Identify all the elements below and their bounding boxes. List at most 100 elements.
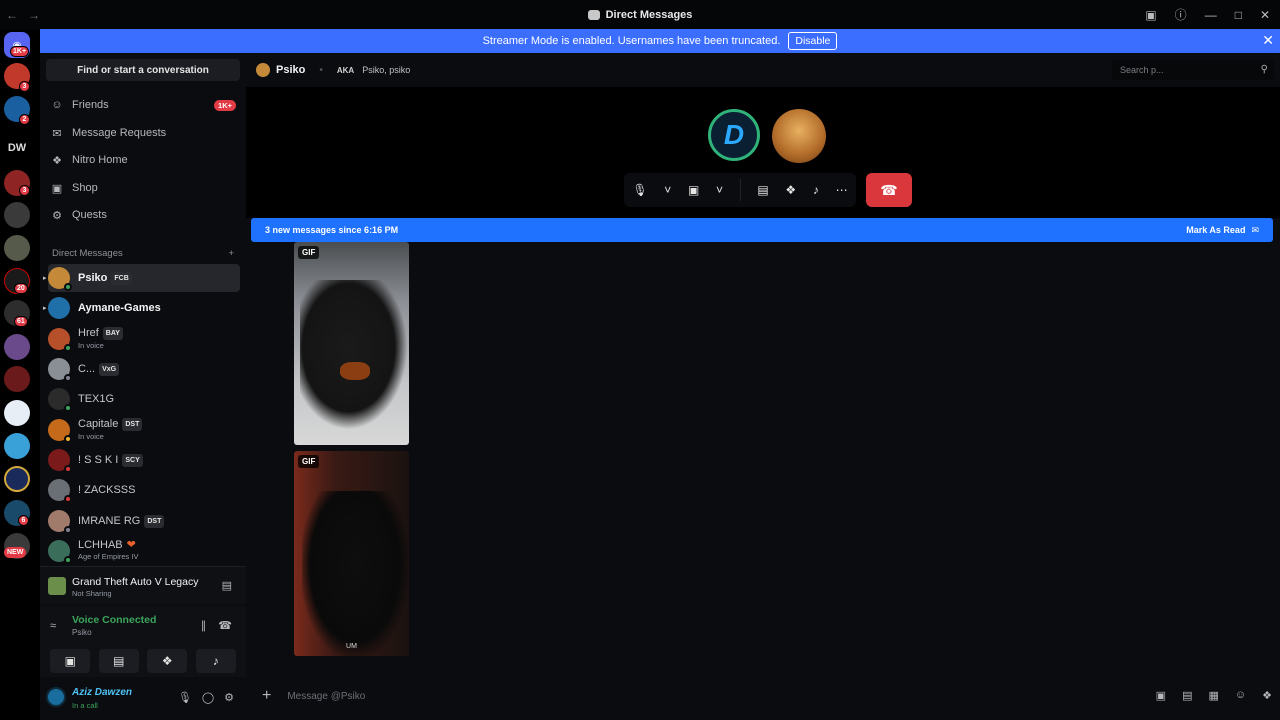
- call-controls: 🎙 ˅ ▣ ˅ ▤ ❖ ♪ ⋯: [624, 173, 856, 207]
- status-dot: [64, 344, 72, 352]
- avatar: [48, 267, 72, 291]
- server-tag: BAY: [102, 327, 123, 340]
- divider: [739, 179, 741, 201]
- mail-icon: ✉: [52, 127, 62, 140]
- screen-share-icon[interactable]: ▤: [757, 183, 768, 197]
- server-icon[interactable]: [4, 366, 30, 392]
- server-dw[interactable]: DW: [4, 135, 30, 161]
- game-icon: [48, 577, 66, 595]
- disconnect-icon[interactable]: ☎: [218, 619, 232, 632]
- back-arrow-icon[interactable]: ←: [6, 8, 18, 22]
- dm-item-imrane-rg[interactable]: IMRANE RG DST: [48, 507, 240, 535]
- voice-status: Voice Connected: [72, 614, 157, 626]
- minimize-icon[interactable]: —: [1205, 8, 1217, 22]
- noise-suppression-icon[interactable]: ∥: [201, 619, 207, 632]
- share-screen-icon[interactable]: ▤: [222, 579, 232, 592]
- mark-as-read-button[interactable]: Mark As Read ✉: [1186, 225, 1259, 236]
- dm-item-zacksss[interactable]: ! ZACKSSS: [48, 476, 240, 504]
- discord-logo-icon: [587, 10, 600, 20]
- caller-avatar[interactable]: D: [708, 109, 760, 161]
- server-badge: 61: [14, 316, 28, 327]
- dm-sidebar: Find or start a conversation ☺ Friends 1…: [40, 53, 246, 720]
- gif-attachment[interactable]: GIF UM: [294, 451, 409, 656]
- server-badge: 3: [19, 81, 30, 92]
- conversation-header: Psiko • AKA Psiko, psiko ⚲ ☺ ◉ Search p.…: [246, 53, 1280, 87]
- gif-image: [302, 491, 408, 656]
- emoji-icon[interactable]: ☺: [1235, 689, 1246, 702]
- nav-message-requests[interactable]: ✉ Message Requests: [50, 122, 236, 144]
- close-window-icon[interactable]: ✕: [1260, 8, 1270, 22]
- activities-icon[interactable]: ❖: [785, 183, 796, 197]
- activities-button[interactable]: ❖: [147, 649, 188, 673]
- user-avatar[interactable]: [46, 687, 66, 707]
- hang-up-button[interactable]: ☎: [866, 173, 912, 207]
- dm-item-c[interactable]: C... VxG: [48, 355, 240, 383]
- sticker-icon[interactable]: ▦: [1208, 689, 1218, 702]
- callee-avatar[interactable]: [772, 109, 826, 163]
- inbox-icon[interactable]: ▣: [1145, 8, 1156, 22]
- home-badge: 1K+: [10, 46, 30, 57]
- more-options-icon[interactable]: ⋯: [836, 183, 848, 197]
- new-messages-bar[interactable]: 3 new messages since 6:16 PM Mark As Rea…: [251, 218, 1273, 242]
- dm-item-capitale[interactable]: Capitale DST In voice: [48, 416, 240, 444]
- dm-item-tex1g[interactable]: TEX1G: [48, 385, 240, 413]
- new-messages-text: 3 new messages since 6:16 PM: [265, 225, 399, 235]
- maximize-icon[interactable]: □: [1235, 8, 1242, 22]
- soundboard-icon: ♪: [212, 654, 219, 668]
- server-icon[interactable]: [4, 235, 30, 261]
- server-icon[interactable]: [4, 433, 30, 459]
- dm-item-psiko[interactable]: ▸ Psiko FCB: [43, 264, 240, 292]
- nav-quests[interactable]: ⚙ Quests: [50, 204, 236, 226]
- server-icon[interactable]: [4, 202, 30, 228]
- gift-icon[interactable]: ▣: [1156, 689, 1166, 702]
- heart-icon: ❤: [126, 539, 136, 551]
- camera-off-button[interactable]: ▣: [50, 649, 91, 673]
- camera-off-icon[interactable]: ▣: [688, 183, 699, 197]
- server-icon[interactable]: [4, 334, 30, 360]
- message-input[interactable]: Message @Psiko: [287, 691, 365, 702]
- nav-shop[interactable]: ▣ Shop: [50, 177, 236, 199]
- add-dm-icon[interactable]: +: [228, 248, 234, 259]
- window-title-text: Direct Messages: [605, 9, 693, 21]
- gif-picker-icon[interactable]: ▤: [1182, 689, 1192, 702]
- voice-channel[interactable]: Psiko: [72, 628, 92, 637]
- apps-icon[interactable]: ❖: [1262, 689, 1272, 702]
- aka-values: Psiko, psiko: [362, 65, 411, 75]
- server-icon[interactable]: [4, 466, 30, 492]
- streamer-mode-banner: Streamer Mode is enabled. Usernames have…: [40, 29, 1280, 53]
- microphone-icon[interactable]: 🎙: [632, 183, 647, 197]
- conversation-view: Psiko • AKA Psiko, psiko ⚲ ☺ ◉ Search p.…: [246, 53, 1280, 720]
- dm-item-aymane-games[interactable]: ▸ Aymane-Games: [43, 294, 240, 322]
- search-input[interactable]: Search p... ⚲: [1112, 60, 1274, 80]
- dm-subtext: Age of Empires IV: [78, 552, 139, 561]
- nav-friends-label: Friends: [72, 99, 109, 111]
- server-icon[interactable]: [4, 400, 30, 426]
- find-conversation-button[interactable]: Find or start a conversation: [46, 59, 240, 81]
- dm-item-href[interactable]: Href BAY In voice: [48, 325, 240, 353]
- dm-item-sski[interactable]: ! S S K I SCY: [48, 446, 240, 474]
- nav-quests-label: Quests: [72, 209, 107, 221]
- forward-arrow-icon[interactable]: →: [28, 8, 40, 22]
- signal-icon[interactable]: ≈: [50, 620, 56, 632]
- gif-attachment[interactable]: GIF: [294, 242, 409, 445]
- dm-item-lchhab[interactable]: LCHHAB ❤ Age of Empires IV: [48, 537, 240, 565]
- screen-share-button[interactable]: ▤: [98, 649, 139, 673]
- chevron-down-icon[interactable]: ˅: [664, 183, 671, 197]
- settings-gear-icon[interactable]: ⚙: [224, 691, 234, 704]
- voice-panel: ≈ Voice Connected Psiko ∥ ☎: [40, 606, 246, 646]
- headphones-icon[interactable]: ◯: [202, 691, 214, 704]
- dm-name: Aymane-Games: [78, 301, 161, 314]
- server-tag: DST: [122, 418, 143, 431]
- close-banner-icon[interactable]: ✕: [1262, 32, 1274, 49]
- help-icon[interactable]: ⓘ: [1175, 6, 1187, 23]
- avatar: [48, 419, 72, 443]
- nav-nitro-home[interactable]: ❖ Nitro Home: [50, 149, 236, 171]
- soundboard-icon[interactable]: ♪: [813, 183, 819, 197]
- soundboard-button[interactable]: ♪: [195, 649, 236, 673]
- nav-friends[interactable]: ☺ Friends 1K+: [50, 94, 236, 116]
- attach-plus-icon[interactable]: +: [262, 687, 271, 705]
- header-name[interactable]: Psiko: [276, 64, 305, 76]
- disable-button[interactable]: Disable: [788, 32, 838, 50]
- chevron-down-icon[interactable]: ˅: [716, 183, 723, 197]
- microphone-icon[interactable]: 🎙: [178, 691, 192, 704]
